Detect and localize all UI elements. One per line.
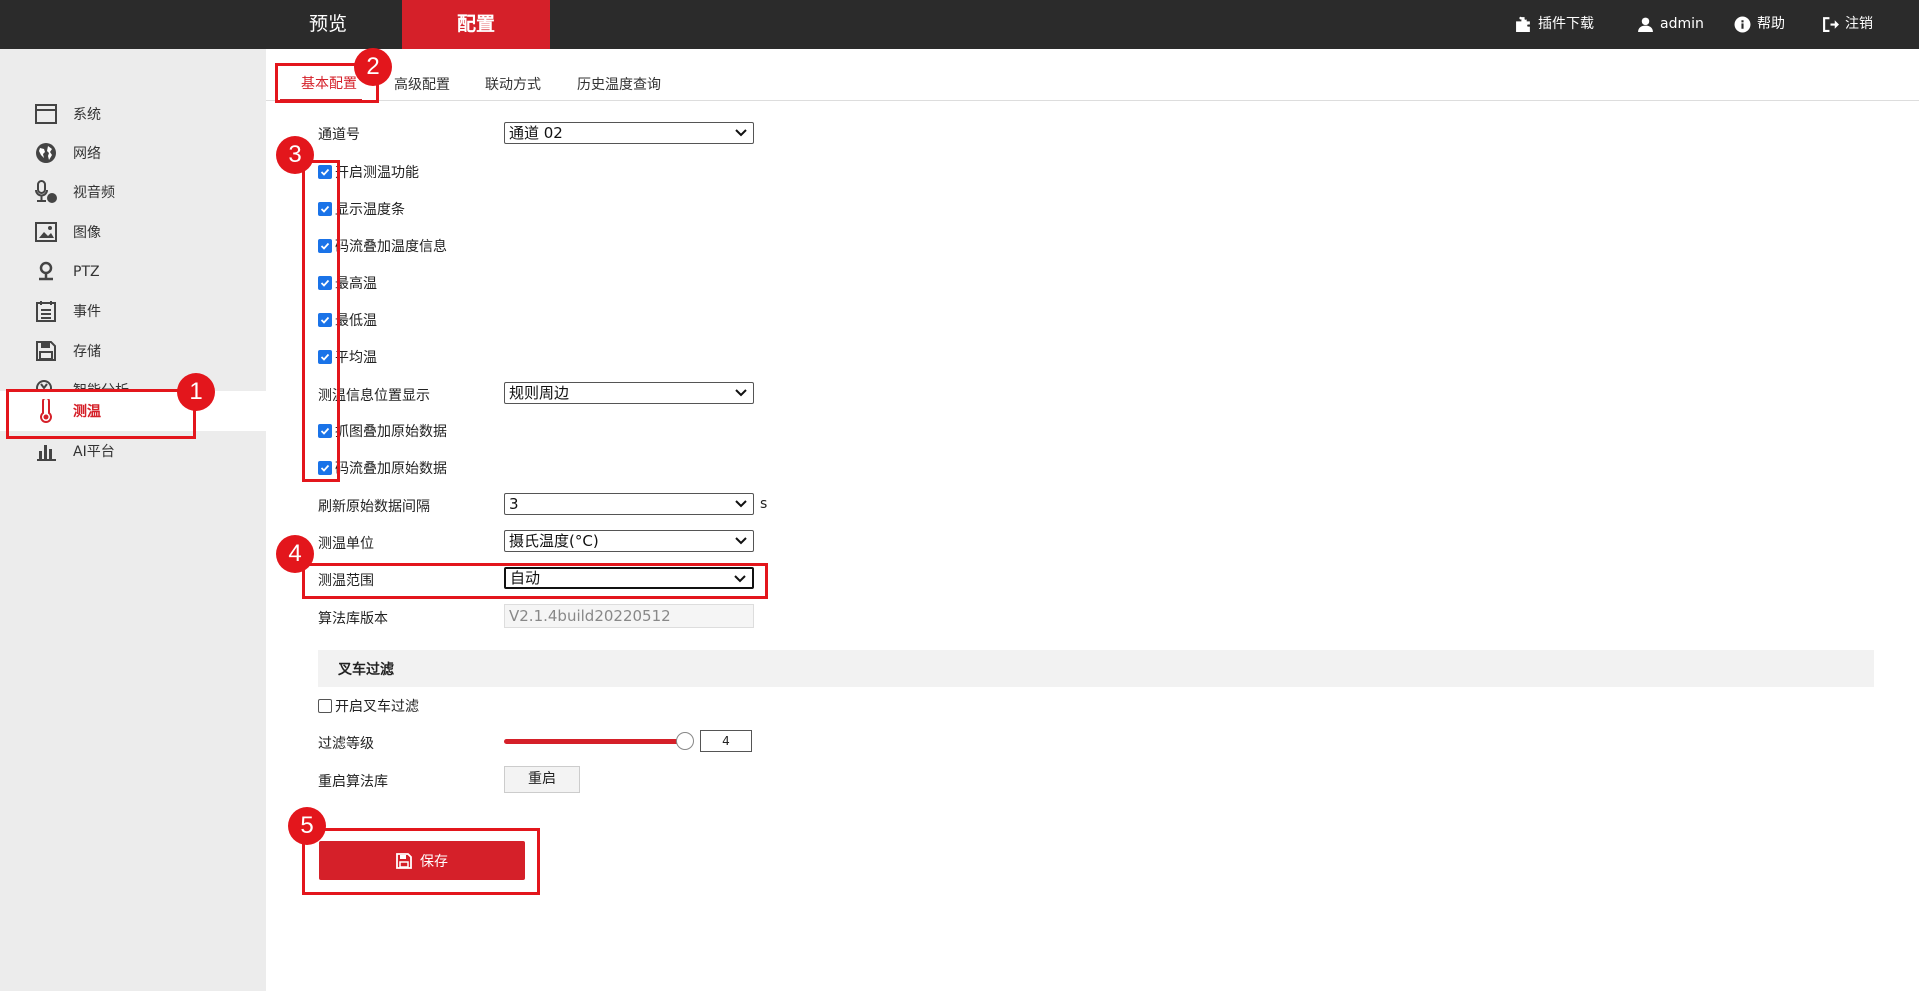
filter-level-slider[interactable]	[504, 739, 684, 744]
help-label: 帮助	[1757, 16, 1785, 32]
algo-version-label: 算法库版本	[318, 611, 388, 627]
tab-linkage[interactable]: 联动方式	[485, 74, 541, 94]
filter-level-value[interactable]: 4	[700, 730, 752, 752]
save-icon	[34, 339, 58, 363]
annotation-badge-1: 1	[177, 373, 215, 411]
checkbox-label: 显示温度条	[335, 202, 405, 218]
puzzle-icon	[1516, 16, 1530, 32]
algo-version-field: V2.1.4build20220512	[504, 604, 754, 628]
sidebar-item-label: 存储	[73, 344, 101, 360]
nav-config[interactable]: 配置	[402, 0, 550, 49]
sidebar-item-image[interactable]: 图像	[0, 212, 266, 252]
restart-algo-label: 重启算法库	[318, 774, 388, 790]
plugin-download-label: 插件下载	[1538, 16, 1594, 32]
forklift-section-header	[318, 650, 1874, 687]
sidebar-item-label: PTZ	[73, 264, 100, 280]
checkbox-label: 最高温	[335, 276, 377, 292]
annotation-badge-4: 4	[276, 535, 314, 573]
restart-button[interactable]: 重启	[504, 766, 580, 793]
checkbox-label: 开启测温功能	[335, 165, 419, 181]
globe-icon	[34, 141, 58, 165]
checkbox-label: 抓图叠加原始数据	[335, 424, 447, 440]
forklift-section-title: 叉车过滤	[338, 662, 394, 678]
temp-unit-label: 测温单位	[318, 536, 374, 552]
filter-level-slider-handle[interactable]	[676, 732, 694, 750]
annotation-box-1	[6, 389, 196, 439]
annotation-badge-3: 3	[276, 136, 314, 174]
info-position-select[interactable]: 规则周边	[504, 382, 754, 404]
chevron-down-icon	[735, 129, 747, 137]
window-icon	[34, 102, 58, 126]
checkbox-label: 码流叠加温度信息	[335, 239, 447, 255]
sidebar-item-system[interactable]: 系统	[0, 94, 266, 134]
plugin-download-link[interactable]: 插件下载	[1515, 0, 1594, 49]
top-bar: 预览 配置 插件下载 admin 帮助 注销	[0, 0, 1919, 49]
sidebar: 系统 网络 视音频 图像 PTZ 事件 存储 智能分析 测温 AI平台	[0, 49, 266, 991]
annotation-badge-5: 5	[288, 807, 326, 845]
checkbox-label: 平均温	[335, 350, 377, 366]
checkbox-enable-forklift-filter[interactable]: 开启叉车过滤	[318, 696, 419, 716]
checkbox-label: 码流叠加原始数据	[335, 461, 447, 477]
bar-chart-icon	[34, 439, 58, 463]
logout-link[interactable]: 注销	[1822, 0, 1873, 49]
refresh-interval-label: 刷新原始数据间隔	[318, 499, 430, 515]
sidebar-item-ptz[interactable]: PTZ	[0, 252, 266, 292]
sidebar-item-storage[interactable]: 存储	[0, 331, 266, 371]
channel-label: 通道号	[318, 127, 360, 143]
info-position-value: 规则周边	[509, 384, 570, 402]
sidebar-item-label: 视音频	[73, 185, 115, 201]
filter-level-label: 过滤等级	[318, 736, 374, 752]
user-link[interactable]: admin	[1637, 0, 1704, 49]
annotation-badge-2: 2	[354, 48, 392, 86]
image-icon	[34, 220, 58, 244]
temp-unit-value: 摄氏温度(°C)	[509, 532, 599, 550]
refresh-interval-select[interactable]: 3	[504, 493, 754, 515]
sidebar-item-label: 事件	[73, 304, 101, 320]
logout-icon	[1823, 17, 1839, 32]
nav-preview[interactable]: 预览	[254, 0, 402, 49]
tab-advanced-config[interactable]: 高级配置	[394, 74, 450, 94]
info-icon	[1734, 16, 1751, 33]
chevron-down-icon	[735, 389, 747, 397]
user-name: admin	[1660, 16, 1704, 32]
ptz-icon	[34, 260, 58, 284]
annotation-box-3	[302, 160, 340, 482]
calendar-icon	[34, 299, 58, 323]
chevron-down-icon	[735, 500, 747, 508]
user-icon	[1638, 17, 1653, 32]
temp-unit-select[interactable]: 摄氏温度(°C)	[504, 530, 754, 552]
microphone-icon	[34, 180, 58, 204]
sidebar-item-audio-video[interactable]: 视音频	[0, 172, 266, 212]
checkbox-unchecked-icon[interactable]	[318, 699, 332, 713]
help-link[interactable]: 帮助	[1734, 0, 1785, 49]
logout-label: 注销	[1845, 16, 1873, 32]
channel-select[interactable]: 通道 02	[504, 122, 754, 144]
channel-select-value: 通道 02	[509, 124, 563, 142]
checkbox-label: 开启叉车过滤	[335, 699, 419, 715]
sidebar-item-event[interactable]: 事件	[0, 291, 266, 331]
annotation-box-4	[302, 563, 768, 599]
refresh-unit: s	[760, 496, 768, 512]
sidebar-item-label: 网络	[73, 146, 101, 162]
tab-history-temp[interactable]: 历史温度查询	[577, 74, 661, 94]
sidebar-item-label: AI平台	[73, 444, 115, 460]
sidebar-item-label: 系统	[73, 107, 101, 123]
refresh-interval-value: 3	[509, 495, 519, 513]
checkbox-label: 最低温	[335, 313, 377, 329]
sidebar-item-label: 图像	[73, 225, 101, 241]
chevron-down-icon	[735, 537, 747, 545]
annotation-box-5	[302, 828, 540, 895]
sidebar-item-network[interactable]: 网络	[0, 133, 266, 173]
